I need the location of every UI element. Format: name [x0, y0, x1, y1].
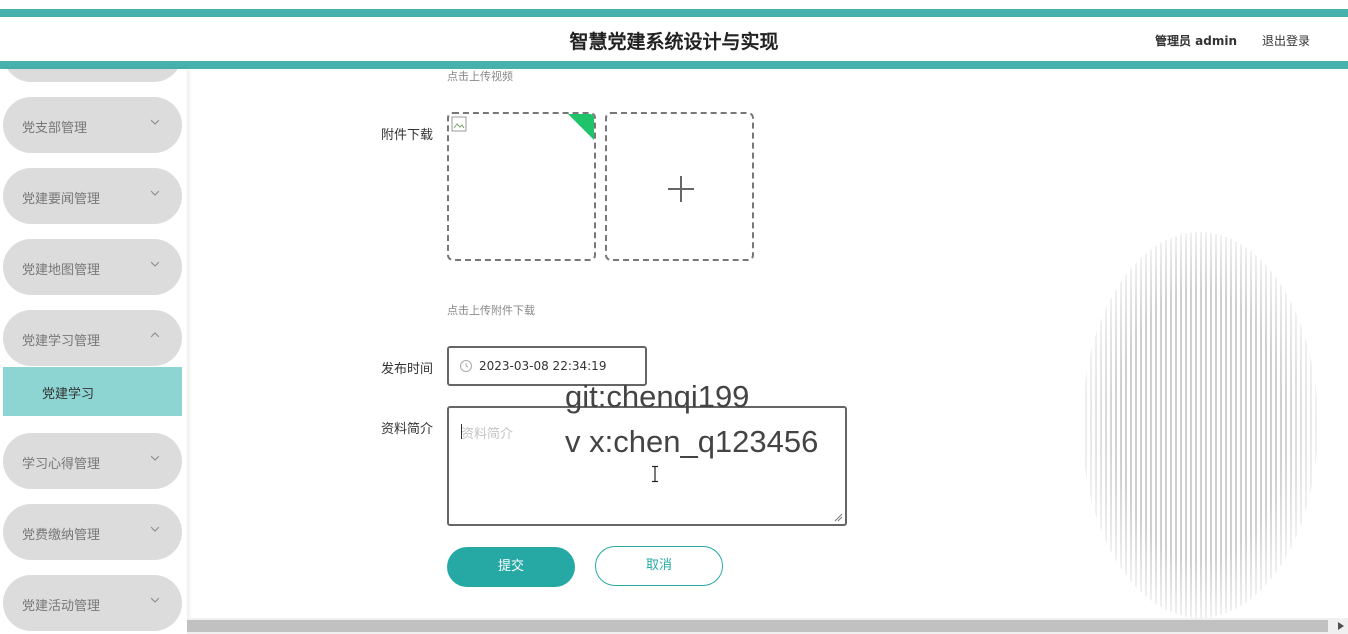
chevron-down-icon — [151, 190, 159, 196]
sidebar-subitem-label: 党建学习 — [42, 387, 95, 402]
chevron-down-icon — [151, 526, 159, 532]
video-upload-hint: 点击上传视频 — [447, 70, 513, 83]
attachment-upload-hint: 点击上传附件下载 — [447, 304, 535, 317]
scroll-right-arrow-icon[interactable] — [1338, 622, 1344, 630]
sidebar-item-label: 党建学习管理 — [22, 334, 101, 349]
chevron-down-icon — [151, 597, 159, 603]
sidebar-item-label: 党建地图管理 — [22, 263, 101, 278]
decorative-striped-ellipse — [1082, 232, 1318, 618]
page-title: 智慧党建系统设计与实现 — [569, 31, 779, 53]
chevron-down-icon — [151, 119, 159, 125]
sidebar-item-label: 党支部管理 — [22, 121, 88, 136]
chevron-up-icon — [151, 332, 159, 338]
clock-icon — [460, 360, 472, 372]
attachment-upload-button[interactable] — [605, 112, 754, 261]
cancel-button[interactable]: 取消 — [595, 546, 723, 586]
sidebar-item-label: 党建要闻管理 — [22, 192, 101, 207]
sidebar-item-activity[interactable]: 党建活动管理 — [3, 575, 182, 631]
header-bottom-band — [0, 61, 1348, 69]
broken-image-icon — [451, 116, 467, 132]
user-label: 管理员 admin — [1155, 34, 1238, 48]
sidebar-item-fees[interactable]: 党费缴纳管理 — [3, 504, 182, 560]
sidebar-item-study[interactable]: 党建学习管理 — [3, 310, 182, 366]
sidebar-subitem-study[interactable]: 党建学习 — [3, 367, 182, 416]
watermark-line-1: git:chenqi199 — [565, 379, 750, 414]
chevron-down-icon — [151, 455, 159, 461]
attachment-label: 附件下载 — [381, 128, 434, 143]
sidebar-item-experience[interactable]: 学习心得管理 — [3, 433, 182, 489]
sidebar-item-branch[interactable]: 党支部管理 — [3, 97, 182, 153]
sidebar-item-label: 党建活动管理 — [22, 599, 101, 614]
publish-time-label: 发布时间 — [381, 362, 434, 377]
watermark-line-2: v x:chen_q123456 — [565, 424, 819, 459]
summary-label: 资料简介 — [381, 422, 434, 437]
sidebar-item-news[interactable]: 党建要闻管理 — [3, 168, 182, 224]
sidebar-item-label: 学习心得管理 — [22, 457, 101, 472]
scrollbar-thumb[interactable] — [187, 620, 1328, 632]
attachment-preview[interactable] — [447, 112, 596, 261]
summary-placeholder: 资料简介 — [461, 427, 514, 442]
sidebar-item-label: 党费缴纳管理 — [22, 528, 101, 543]
text-caret — [461, 424, 462, 439]
resize-handle-icon[interactable] — [834, 513, 843, 522]
horizontal-scrollbar[interactable] — [187, 618, 1348, 634]
logout-link[interactable]: 退出登录 — [1262, 32, 1310, 49]
publish-time-value: 2023-03-08 22:34:19 — [479, 359, 607, 373]
header-top-band — [0, 9, 1348, 17]
sidebar-item-partial[interactable] — [3, 69, 182, 82]
sidebar-item-map[interactable]: 党建地图管理 — [3, 239, 182, 295]
sidebar: 党支部管理 党建要闻管理 党建地图管理 党建学习管理 党建学习 学习心得管理 党… — [0, 69, 187, 634]
success-corner-badge — [566, 114, 594, 142]
text-cursor-icon — [652, 465, 658, 483]
submit-button[interactable]: 提交 — [447, 547, 575, 587]
chevron-down-icon — [151, 261, 159, 267]
